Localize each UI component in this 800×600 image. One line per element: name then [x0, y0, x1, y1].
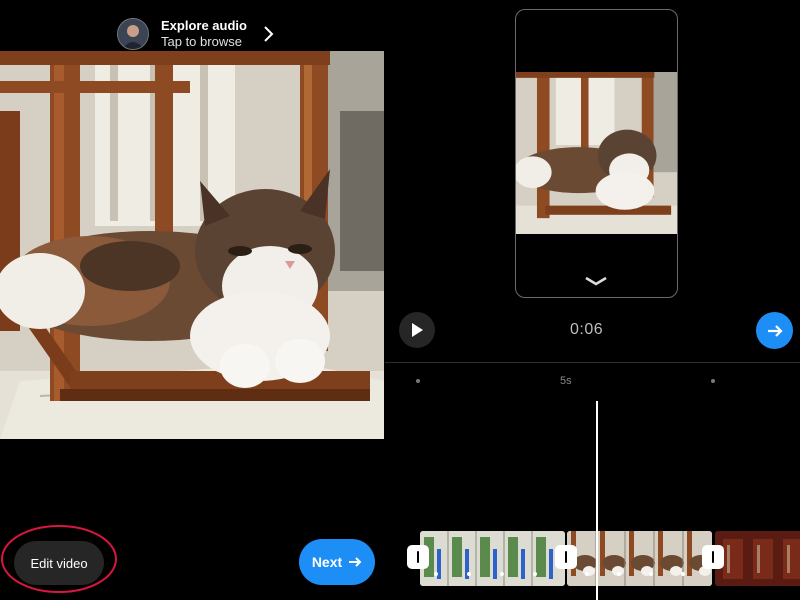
play-button[interactable] [399, 312, 435, 348]
frame-marker [681, 572, 685, 576]
frame-marker [434, 572, 438, 576]
play-icon [412, 323, 423, 337]
avatar [117, 18, 149, 50]
clip-trim-handle[interactable] [407, 545, 429, 569]
ruler-tick [711, 379, 715, 383]
explore-audio-subtitle: Tap to browse [161, 34, 242, 49]
editor-right-panel: 0:06 5s [385, 0, 800, 600]
divider [385, 362, 800, 363]
frame-marker [500, 572, 504, 576]
frame-marker [649, 572, 653, 576]
explore-audio-button[interactable]: Explore audio Tap to browse [112, 14, 277, 54]
frame-marker [533, 572, 537, 576]
chevron-down-icon[interactable] [584, 276, 608, 286]
editor-left-panel: Explore audio Tap to browse Edit video N… [0, 0, 385, 600]
arrow-right-icon [349, 557, 362, 567]
frame-marker [585, 572, 589, 576]
timeline-clip-3[interactable] [715, 531, 800, 586]
playback-time: 0:06 [570, 321, 604, 338]
clip-trim-handle[interactable] [555, 545, 577, 569]
cat-photo [0, 51, 384, 439]
video-preview[interactable] [515, 9, 678, 298]
explore-audio-title: Explore audio [161, 18, 247, 33]
timeline-clip-1[interactable] [420, 531, 565, 586]
next-button[interactable]: Next [299, 539, 375, 585]
frame-marker [617, 572, 621, 576]
ruler-tick [416, 379, 420, 383]
arrow-right-icon [767, 324, 783, 337]
edit-video-label: Edit video [30, 555, 88, 571]
ruler-label: 5s [560, 375, 572, 387]
next-arrow-button[interactable] [756, 312, 793, 349]
frame-marker [467, 572, 471, 576]
playhead[interactable] [596, 401, 598, 600]
timeline-clip-2[interactable] [567, 531, 712, 586]
clip-trim-handle[interactable] [702, 545, 724, 569]
edit-video-button[interactable]: Edit video [14, 541, 104, 585]
next-label: Next [311, 554, 343, 570]
chevron-right-icon [264, 26, 274, 42]
preview-frame [516, 72, 677, 234]
